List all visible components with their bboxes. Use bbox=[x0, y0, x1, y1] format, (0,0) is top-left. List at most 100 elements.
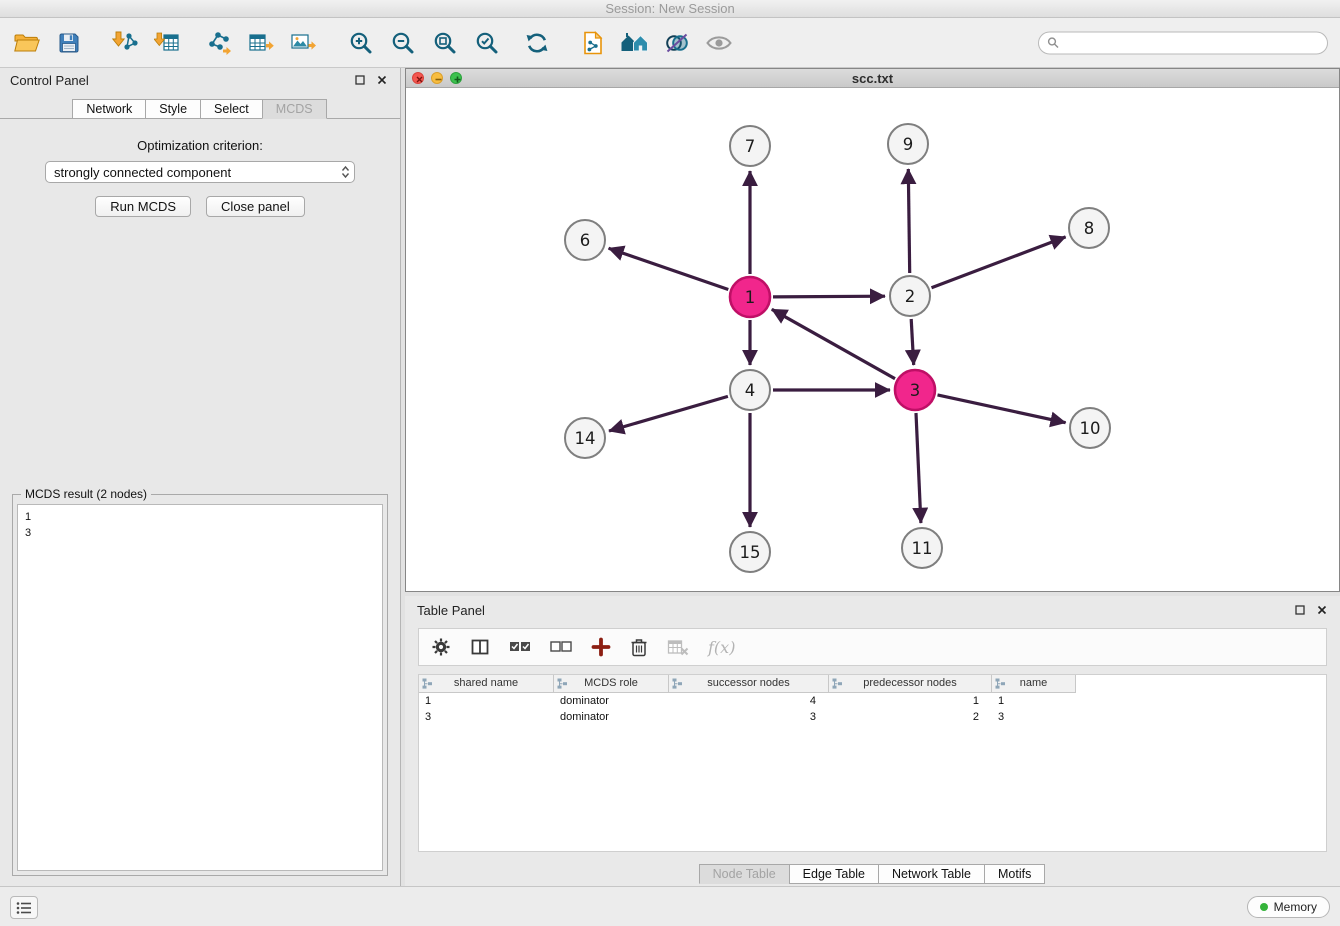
floppy-icon bbox=[57, 31, 81, 55]
search-input[interactable] bbox=[1064, 36, 1319, 50]
network-graph[interactable]: 7 9 6 8 1 2 4 3 14 10 15 11 bbox=[406, 88, 1339, 591]
select-arrows-icon bbox=[341, 165, 350, 179]
node-10[interactable]: 10 bbox=[1070, 408, 1110, 448]
diff-view-icon[interactable] bbox=[656, 22, 698, 64]
deselect-all-rows-icon[interactable] bbox=[550, 638, 572, 656]
delete-table-icon[interactable] bbox=[667, 637, 689, 657]
table-cell: dominator bbox=[554, 709, 669, 725]
export-network-icon[interactable] bbox=[198, 22, 240, 64]
table-tab-network-table[interactable]: Network Table bbox=[878, 864, 985, 884]
venn-glyph bbox=[664, 30, 690, 56]
edge-1-6[interactable] bbox=[609, 248, 729, 289]
eye-glyph bbox=[705, 30, 733, 56]
export-image-icon[interactable] bbox=[282, 22, 324, 64]
control-panel-tabs: NetworkStyleSelectMCDS bbox=[0, 98, 400, 119]
svg-text:7: 7 bbox=[745, 137, 756, 156]
table-cell: 1 bbox=[829, 693, 992, 709]
mcds-result-list[interactable]: 13 bbox=[17, 504, 383, 871]
function-builder-icon[interactable]: f(x) bbox=[708, 638, 735, 657]
control-tab-style[interactable]: Style bbox=[145, 99, 201, 119]
table-tab-node-table[interactable]: Node Table bbox=[699, 864, 790, 884]
zoom-window-icon[interactable] bbox=[450, 72, 462, 84]
table-tab-edge-table[interactable]: Edge Table bbox=[789, 864, 879, 884]
memory-label: Memory bbox=[1274, 900, 1317, 914]
magnifier-fit-glyph bbox=[432, 30, 458, 56]
import-network-icon[interactable] bbox=[104, 22, 146, 64]
svg-text:4: 4 bbox=[745, 381, 756, 400]
node-11[interactable]: 11 bbox=[902, 528, 942, 568]
eye-icon[interactable] bbox=[698, 22, 740, 64]
node-14[interactable]: 14 bbox=[565, 418, 605, 458]
float-table-panel-icon[interactable] bbox=[1292, 602, 1308, 618]
minimize-window-icon[interactable] bbox=[431, 72, 443, 84]
svg-text:11: 11 bbox=[912, 539, 933, 558]
svg-text:3: 3 bbox=[910, 381, 921, 400]
column-header-MCDS-role[interactable]: MCDS role bbox=[554, 675, 669, 693]
edge-2-8[interactable] bbox=[932, 237, 1066, 288]
table-toolbar: f(x) bbox=[418, 628, 1327, 666]
zoom-out-icon[interactable] bbox=[382, 22, 424, 64]
table-row[interactable]: 1dominator411 bbox=[419, 693, 1076, 709]
export-table-icon[interactable] bbox=[240, 22, 282, 64]
run-mcds-button[interactable]: Run MCDS bbox=[95, 196, 191, 217]
node-8[interactable]: 8 bbox=[1069, 208, 1109, 248]
table-tab-motifs[interactable]: Motifs bbox=[984, 864, 1045, 884]
close-table-panel-icon[interactable] bbox=[1314, 602, 1330, 618]
edge-2-3[interactable] bbox=[911, 319, 914, 365]
search-box[interactable] bbox=[1038, 31, 1328, 54]
control-tab-mcds[interactable]: MCDS bbox=[262, 99, 327, 119]
node-1[interactable]: 1 bbox=[730, 277, 770, 317]
show-columns-icon[interactable] bbox=[470, 637, 490, 657]
refresh-layout-icon[interactable] bbox=[516, 22, 558, 64]
edge-3-11[interactable] bbox=[916, 413, 921, 523]
node-7[interactable]: 7 bbox=[730, 126, 770, 166]
column-header-name[interactable]: name bbox=[992, 675, 1076, 693]
task-list-icon[interactable] bbox=[10, 896, 38, 919]
zoom-selected-icon[interactable] bbox=[466, 22, 508, 64]
svg-text:6: 6 bbox=[580, 231, 591, 250]
zoom-in-icon[interactable] bbox=[340, 22, 382, 64]
column-type-icon bbox=[422, 678, 433, 695]
home-network-icon[interactable] bbox=[614, 22, 656, 64]
delete-column-icon[interactable] bbox=[630, 637, 648, 657]
open-session-icon[interactable] bbox=[6, 22, 48, 64]
node-6[interactable]: 6 bbox=[565, 220, 605, 260]
mcds-result-title: MCDS result (2 nodes) bbox=[21, 487, 151, 501]
import-table-glyph bbox=[154, 30, 180, 56]
node-3[interactable]: 3 bbox=[895, 370, 935, 410]
node-4[interactable]: 4 bbox=[730, 370, 770, 410]
float-panel-icon[interactable] bbox=[352, 72, 368, 88]
zoom-fit-icon[interactable] bbox=[424, 22, 466, 64]
save-session-icon[interactable] bbox=[48, 22, 90, 64]
column-header-shared-name[interactable]: shared name bbox=[419, 675, 554, 693]
network-canvas[interactable]: 7 9 6 8 1 2 4 3 14 10 15 11 bbox=[406, 88, 1339, 591]
close-panel-icon[interactable] bbox=[374, 72, 390, 88]
optimization-criterion-select[interactable]: strongly connected component bbox=[45, 161, 355, 183]
import-table-icon[interactable] bbox=[146, 22, 188, 64]
magnifier-minus-glyph bbox=[390, 30, 416, 56]
edge-1-2[interactable] bbox=[773, 296, 885, 297]
status-bar: Memory bbox=[0, 886, 1340, 926]
column-header-successor-nodes[interactable]: successor nodes bbox=[669, 675, 829, 693]
column-type-icon bbox=[672, 678, 683, 695]
control-tab-select[interactable]: Select bbox=[200, 99, 263, 119]
node-9[interactable]: 9 bbox=[888, 124, 928, 164]
select-all-rows-icon[interactable] bbox=[509, 638, 531, 656]
control-tab-network[interactable]: Network bbox=[72, 99, 146, 119]
close-window-icon[interactable] bbox=[412, 72, 424, 84]
close-panel-button[interactable]: Close panel bbox=[206, 196, 305, 217]
add-column-icon[interactable] bbox=[591, 637, 611, 657]
memory-button[interactable]: Memory bbox=[1247, 896, 1330, 918]
edge-4-14[interactable] bbox=[609, 396, 728, 431]
column-header-predecessor-nodes[interactable]: predecessor nodes bbox=[829, 675, 992, 693]
edge-3-10[interactable] bbox=[938, 395, 1066, 423]
network-document-icon[interactable] bbox=[572, 22, 614, 64]
table-settings-gear-icon[interactable] bbox=[431, 637, 451, 657]
edge-2-9[interactable] bbox=[908, 169, 909, 273]
node-15[interactable]: 15 bbox=[730, 532, 770, 572]
edge-3-1[interactable] bbox=[772, 309, 895, 378]
node-2[interactable]: 2 bbox=[890, 276, 930, 316]
optimization-criterion-label: Optimization criterion: bbox=[0, 138, 400, 153]
table-row[interactable]: 3dominator323 bbox=[419, 709, 1076, 725]
column-type-icon bbox=[832, 678, 843, 695]
